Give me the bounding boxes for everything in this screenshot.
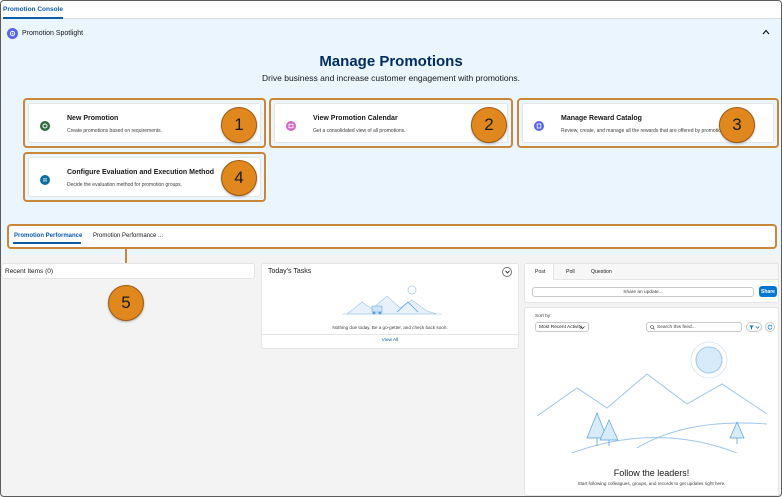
recent-items-title: Recent Items (0): [5, 268, 54, 275]
view-all-link[interactable]: View All: [262, 338, 518, 343]
filter-icon: [748, 325, 754, 329]
page-title: Manage Promotions: [319, 53, 463, 70]
feed-publisher-panel: Post Poll Question Share an update... Sh…: [524, 263, 779, 303]
refresh-feed-button[interactable]: [765, 322, 775, 332]
card-title: New Promotion: [67, 115, 119, 122]
todays-tasks-panel: Today's Tasks Nothing due today. Be a go…: [261, 263, 519, 349]
promotion-icon: [40, 121, 50, 131]
sort-by-label: Sort by:: [535, 314, 552, 319]
card-description: Create promotions based on requirements.: [67, 128, 163, 134]
card-description: Review, create, and manage all the rewar…: [561, 128, 728, 134]
callout-badge-1: 1: [221, 107, 257, 143]
card-title: View Promotion Calendar: [313, 115, 398, 122]
feed-search-placeholder: Search this feed...: [657, 324, 696, 330]
card-title: Configure Evaluation and Execution Metho…: [67, 169, 215, 176]
feed-filter-button[interactable]: [746, 322, 762, 332]
tasks-dropdown-chevron-icon[interactable]: [502, 267, 512, 277]
page-subtitle: Drive business and increase customer eng…: [262, 73, 520, 83]
calendar-icon: [286, 121, 296, 131]
chevron-down-icon: [580, 326, 585, 329]
feed-empty-subtitle: Start following colleagues, groups, and …: [577, 481, 726, 486]
spotlight-title: Promotion Spotlight: [22, 29, 84, 37]
tab-question[interactable]: Question: [591, 269, 612, 275]
app-tab-bar: Promotion Console: [1, 1, 781, 19]
tasks-empty-illustration-icon: [342, 285, 442, 315]
recent-items-panel: Recent Items (0): [1, 263, 255, 279]
performance-tabs-highlight: Promotion Performance Promotion Performa…: [7, 224, 777, 249]
chatter-feed-panel: Sort by: Most Recent Activity Search thi…: [524, 307, 779, 496]
tasks-empty-message: Nothing due today. Be a go-getter, and c…: [332, 325, 448, 330]
feed-empty-title: Follow the leaders!: [613, 468, 690, 478]
search-icon: [650, 325, 655, 330]
tasks-divider: [262, 334, 518, 335]
collapse-chevron-up-icon[interactable]: [761, 27, 771, 37]
card-description: Decide the evaluation method for promoti…: [67, 182, 183, 188]
settings-icon: [40, 175, 50, 185]
callout-badge-4: 4: [221, 160, 257, 196]
tab-post[interactable]: Post: [525, 264, 555, 280]
spotlight-header: Promotion Spotlight: [7, 27, 83, 39]
callout-badge-3: 3: [719, 107, 755, 143]
tab-promotion-console[interactable]: Promotion Console: [3, 1, 63, 19]
chevron-down-icon: [755, 325, 759, 329]
promotion-console-window: Promotion Console Promotion Spotlight Ma…: [0, 0, 782, 497]
sort-by-select[interactable]: Most Recent Activity: [535, 322, 589, 332]
tasks-title: Today's Tasks: [268, 268, 312, 275]
card-title: Manage Reward Catalog: [561, 115, 642, 122]
active-tab-indicator: [13, 242, 81, 244]
catalog-icon: [534, 121, 544, 131]
feed-search-input[interactable]: Search this feed...: [646, 322, 742, 332]
share-update-input[interactable]: Share an update...: [532, 287, 754, 297]
publisher-tabs: Post Poll Question: [525, 264, 778, 280]
sort-by-value: Most Recent Activity: [539, 324, 583, 330]
feed-empty-illustration-icon: [537, 341, 767, 453]
card-description: Get a consolidated view of all promotion…: [313, 128, 406, 134]
share-button[interactable]: Share: [759, 286, 777, 297]
tab-promotion-performance[interactable]: Promotion Performance: [14, 233, 82, 239]
callout-badge-2: 2: [471, 107, 507, 143]
callout-badge-5: 5: [108, 285, 144, 321]
tab-promotion-performance-more[interactable]: Promotion Performance ...: [93, 233, 163, 239]
spotlight-icon: [7, 27, 18, 39]
tab-poll[interactable]: Poll: [566, 269, 575, 275]
refresh-icon: [767, 324, 773, 330]
